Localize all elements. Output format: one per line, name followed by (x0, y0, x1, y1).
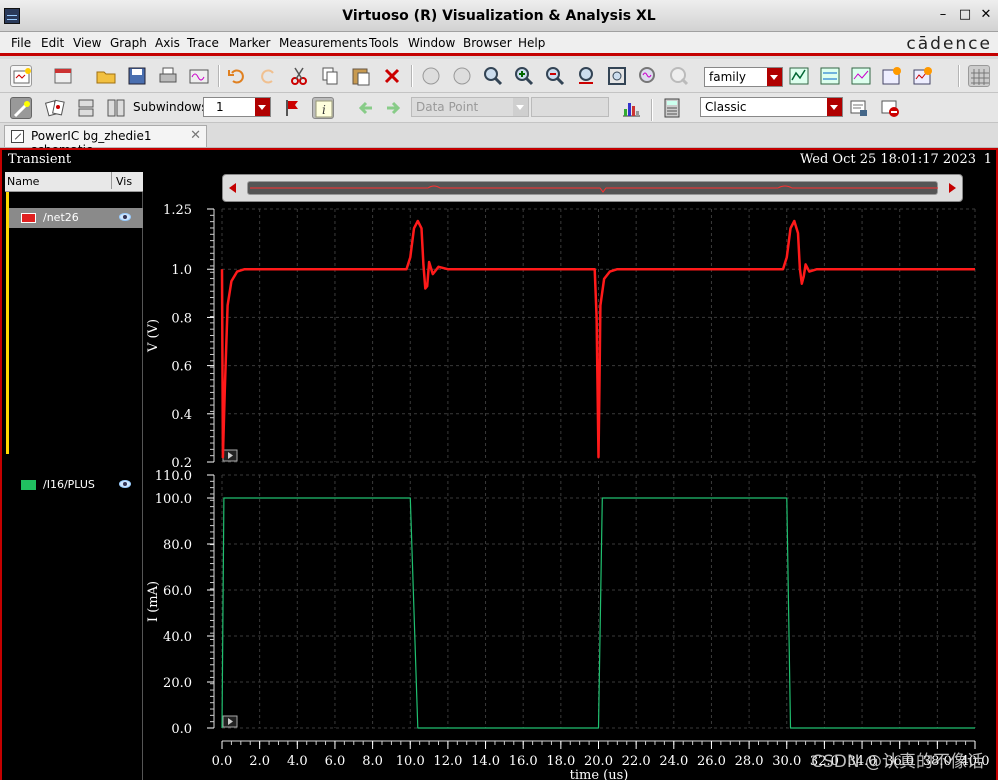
y-tick-label: 80.0 (163, 538, 192, 553)
x-tick-label: 10.0 (396, 754, 425, 769)
x-tick-label: 30.0 (772, 754, 801, 769)
y-tick-label: 60.0 (163, 584, 192, 599)
x-tick-label: 8.0 (362, 754, 383, 769)
y-tick-label: 0.0 (171, 722, 192, 737)
x-tick-label: 24.0 (659, 754, 688, 769)
y-tick-label: 110.0 (155, 469, 192, 484)
y-tick-label: 1.25 (163, 203, 192, 218)
y-tick-label: 20.0 (163, 676, 192, 691)
x-axis-label: time (us) (570, 768, 629, 780)
x-tick-label: 26.0 (697, 754, 726, 769)
x-tick-label: 28.0 (735, 754, 764, 769)
x-tick-label: 4.0 (287, 754, 308, 769)
virtuoso-window: Virtuoso (R) Visualization & Analysis XL… (0, 0, 998, 780)
x-tick-label: 12.0 (433, 754, 462, 769)
y-tick-label: 0.4 (171, 408, 192, 423)
y-tick-label: 0.8 (171, 311, 192, 326)
y-tick-label: 0.6 (171, 360, 192, 375)
y-axis-label: I (mA) (146, 581, 161, 622)
x-tick-label: 20.0 (584, 754, 613, 769)
watermark-text: CSDN @认真的不像话 (811, 752, 984, 772)
waveform-charts[interactable]: 0.20.40.60.81.01.25V (V)0.020.040.060.08… (0, 0, 998, 780)
x-tick-label: 2.0 (249, 754, 270, 769)
x-tick-label: 6.0 (325, 754, 346, 769)
y-tick-label: 1.0 (171, 263, 192, 278)
y-tick-label: 100.0 (155, 492, 192, 507)
x-tick-label: 16.0 (509, 754, 538, 769)
x-tick-label: 14.0 (471, 754, 500, 769)
y-axis-label: V (V) (146, 319, 161, 353)
x-tick-label: 18.0 (546, 754, 575, 769)
y-tick-label: 40.0 (163, 630, 192, 645)
x-tick-label: 22.0 (622, 754, 651, 769)
x-tick-label: 0.0 (212, 754, 233, 769)
